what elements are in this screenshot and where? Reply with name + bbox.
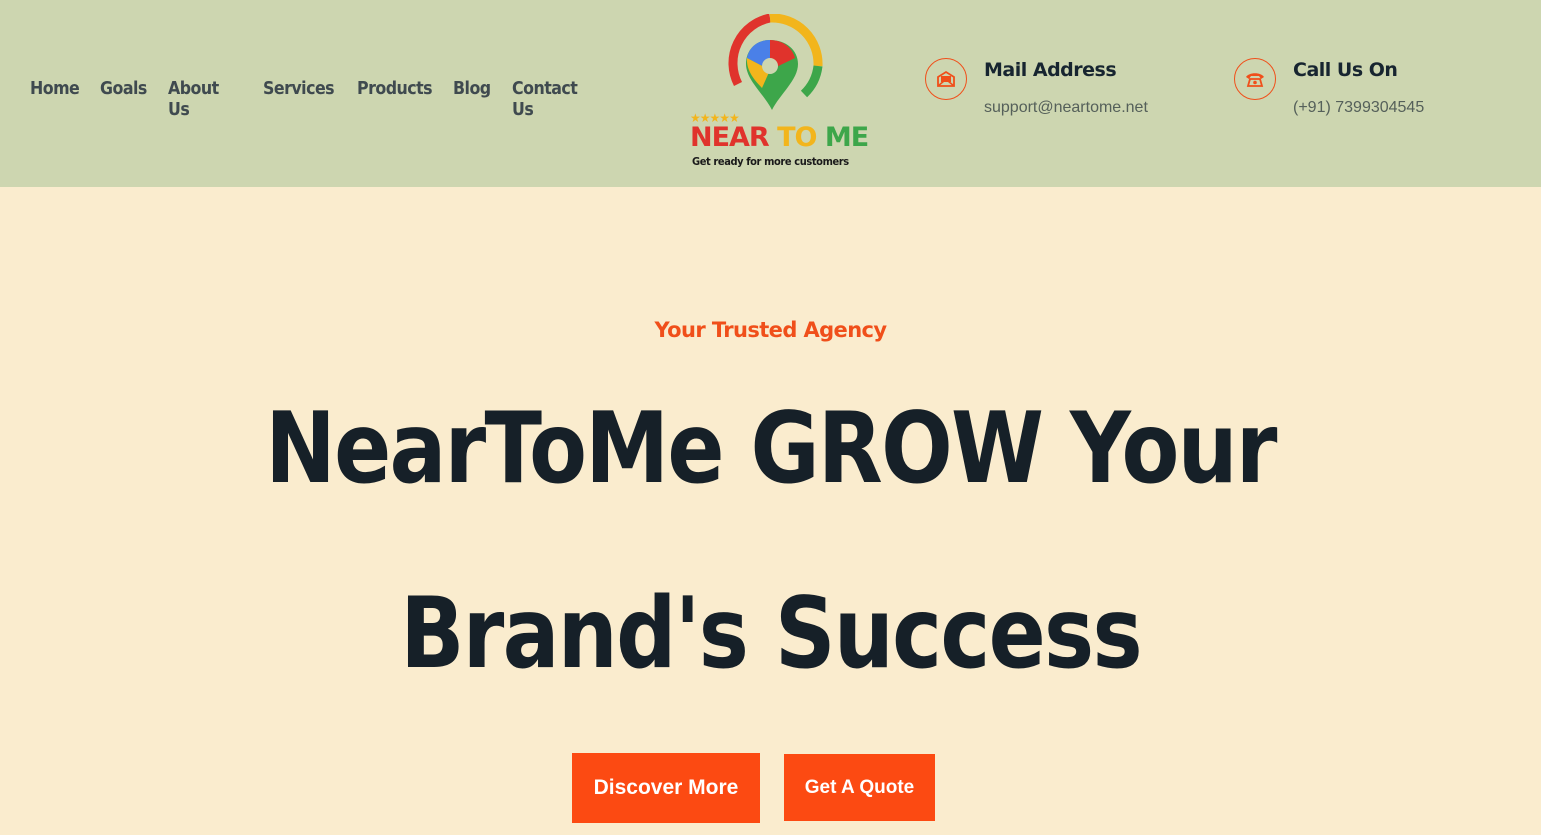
call-title: Call Us On xyxy=(1293,59,1398,81)
hero-title-line-2: Brand's Success xyxy=(400,577,1142,691)
site-logo[interactable]: ★★★★★ NEAR TO ME Get ready for more cust… xyxy=(686,14,869,174)
nav-about-us[interactable]: About Us xyxy=(168,78,219,120)
nav-goals[interactable]: Goals xyxy=(100,78,147,99)
nav-contact-us[interactable]: Contact Us xyxy=(512,78,578,120)
mail-icon xyxy=(925,58,967,100)
nav-products[interactable]: Products xyxy=(357,78,433,99)
nav-services[interactable]: Services xyxy=(263,78,335,99)
logo-wordmark: NEAR TO ME xyxy=(690,122,869,153)
hero-title-line-1: NearToMe GROW Your xyxy=(265,392,1277,506)
mail-address-link[interactable]: support@neartome.net xyxy=(984,99,1148,117)
nav-home[interactable]: Home xyxy=(30,78,80,99)
mail-title: Mail Address xyxy=(984,59,1117,81)
get-a-quote-button[interactable]: Get A Quote xyxy=(784,754,935,821)
map-pin-logo-icon xyxy=(728,14,823,110)
logo-tagline: Get ready for more customers xyxy=(692,155,849,168)
nav-blog[interactable]: Blog xyxy=(453,78,491,99)
phone-number-link[interactable]: (+91) 7399304545 xyxy=(1293,99,1424,117)
phone-icon xyxy=(1234,58,1276,100)
site-header: Home Goals About Us Services Products Bl… xyxy=(0,0,1541,187)
discover-more-button[interactable]: Discover More xyxy=(572,753,760,823)
hero-subtitle: Your Trusted Agency xyxy=(654,318,888,342)
